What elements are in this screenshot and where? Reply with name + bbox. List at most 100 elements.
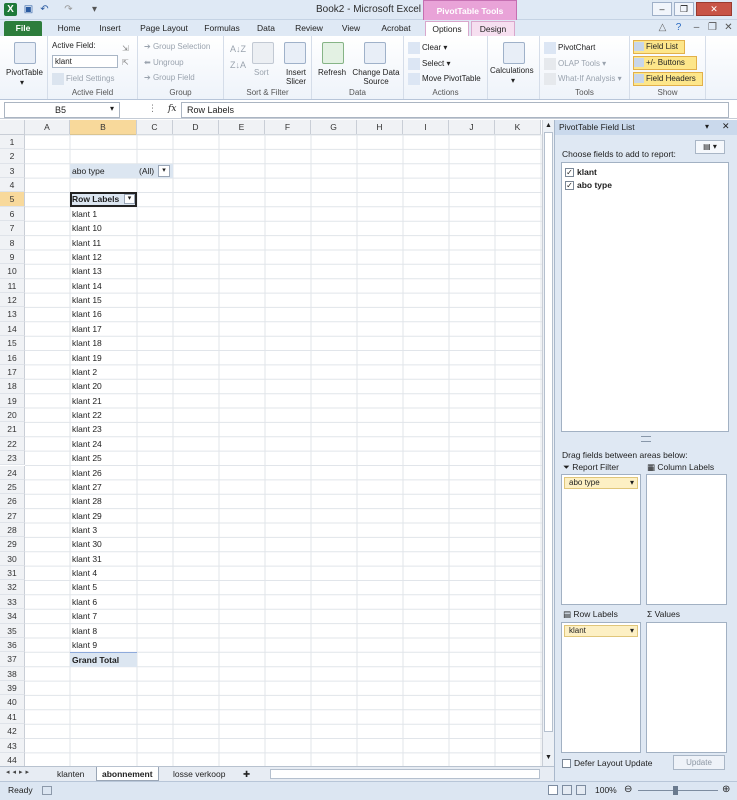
vertical-scrollbar[interactable]: ▲ ▼ bbox=[542, 120, 554, 766]
pivot-row-item[interactable]: klant 3 bbox=[70, 523, 137, 537]
pivot-row-item[interactable]: klant 28 bbox=[70, 494, 137, 508]
pivot-row-item[interactable]: klant 31 bbox=[70, 552, 137, 566]
tab-options[interactable]: Options bbox=[425, 21, 469, 36]
pivot-row-item[interactable]: klant 27 bbox=[70, 480, 137, 494]
row-labels-area[interactable]: klant ▾ bbox=[561, 622, 641, 753]
macro-record-icon[interactable] bbox=[42, 786, 52, 795]
pivot-row-item[interactable]: klant 10 bbox=[70, 221, 137, 235]
calculations-button[interactable]: Calculations bbox=[490, 66, 534, 75]
pivot-row-item[interactable]: klant 22 bbox=[70, 408, 137, 422]
pivot-row-item[interactable]: klant 15 bbox=[70, 293, 137, 307]
tab-formulas[interactable]: Formulas bbox=[199, 21, 245, 36]
splitter-handle[interactable] bbox=[641, 436, 651, 442]
name-box[interactable]: B5 bbox=[4, 102, 120, 118]
move-pivottable-button[interactable]: Move PivotTable bbox=[408, 73, 481, 85]
row-labels-dropdown-icon[interactable]: ▾ bbox=[124, 194, 135, 205]
field-abo-type[interactable]: ✓ abo type bbox=[565, 180, 612, 191]
checkbox-unchecked-icon[interactable] bbox=[562, 759, 571, 769]
dropdown-icon[interactable]: ▾ bbox=[20, 78, 24, 87]
close-button[interactable]: ✕ bbox=[696, 2, 732, 16]
pivot-row-item[interactable]: klant 12 bbox=[70, 250, 137, 264]
layout-options-button[interactable]: ▤ ▾ bbox=[695, 140, 725, 154]
zoom-in-icon[interactable]: ⊕ bbox=[722, 784, 730, 795]
pivotchart-button[interactable]: PivotChart bbox=[544, 42, 595, 54]
pivot-row-item[interactable]: klant 7 bbox=[70, 609, 137, 623]
zoom-level[interactable]: 100% bbox=[595, 785, 617, 795]
tab-data[interactable]: Data bbox=[252, 21, 280, 36]
scroll-up-icon[interactable]: ▲ bbox=[544, 122, 553, 130]
ungroup-button[interactable]: ⬅ Ungroup bbox=[144, 58, 184, 67]
pivot-row-item[interactable]: klant 4 bbox=[70, 566, 137, 580]
tab-view[interactable]: View bbox=[336, 21, 366, 36]
sheet-tab-abonnement[interactable]: abonnement bbox=[96, 767, 159, 781]
clear-button[interactable]: Clear ▾ bbox=[408, 42, 447, 54]
expand-field-icon[interactable]: ⇲ bbox=[122, 44, 129, 53]
pivot-row-item[interactable]: klant 16 bbox=[70, 307, 137, 321]
pivot-row-item[interactable]: klant 24 bbox=[70, 437, 137, 451]
pivot-row-item[interactable]: klant 6 bbox=[70, 595, 137, 609]
update-button[interactable]: Update bbox=[673, 755, 725, 770]
workbook-close-icon[interactable]: ✕ bbox=[722, 21, 735, 34]
normal-view-icon[interactable] bbox=[548, 785, 558, 795]
collapse-field-icon[interactable]: ⇱ bbox=[122, 58, 129, 67]
worksheet-grid[interactable]: ABCDEFGHIJK 1 2 3 4 5 6 7 8 9 10 11 12 13 14 15 16 17 18 1… bbox=[0, 120, 542, 766]
pane-close-icon[interactable]: ✕ bbox=[722, 121, 730, 132]
zoom-out-icon[interactable]: ⊖ bbox=[624, 784, 632, 795]
olap-tools-button[interactable]: OLAP Tools ▾ bbox=[544, 58, 606, 70]
tab-design[interactable]: Design bbox=[471, 21, 515, 36]
tab-review[interactable]: Review bbox=[290, 21, 328, 36]
pivot-row-item[interactable]: klant 11 bbox=[70, 236, 137, 250]
zoom-slider-thumb[interactable] bbox=[673, 786, 678, 795]
whatif-button[interactable]: What-If Analysis ▾ bbox=[544, 73, 622, 85]
change-data-source-button[interactable]: Change Data Source bbox=[350, 68, 402, 86]
zoom-slider[interactable] bbox=[638, 790, 718, 791]
dropdown-icon[interactable]: ▾ bbox=[630, 478, 634, 488]
pivot-row-item[interactable]: klant 18 bbox=[70, 336, 137, 350]
pivottable-button[interactable]: PivotTable bbox=[6, 68, 43, 77]
tab-home[interactable]: Home bbox=[52, 21, 86, 36]
select-button[interactable]: Select ▾ bbox=[408, 58, 450, 70]
filter-dropdown-icon[interactable]: ▾ bbox=[158, 164, 170, 177]
sheet-nav-icon[interactable]: ◂◂▸▸ bbox=[6, 768, 32, 776]
group-selection-button[interactable]: ➔ Group Selection bbox=[144, 42, 210, 51]
minimize-ribbon-icon[interactable]: △ bbox=[656, 21, 669, 34]
sort-button[interactable]: Sort bbox=[254, 68, 269, 77]
field-headers-button[interactable]: Field Headers bbox=[633, 72, 703, 86]
checkbox-checked-icon[interactable]: ✓ bbox=[565, 181, 574, 191]
report-filter-area[interactable]: abo type ▾ bbox=[561, 474, 641, 605]
page-layout-view-icon[interactable] bbox=[562, 785, 572, 795]
tab-file[interactable]: File bbox=[4, 21, 42, 36]
pivot-row-item[interactable]: klant 9 bbox=[70, 638, 137, 652]
calculations-dropdown-icon[interactable]: ▾ bbox=[511, 76, 515, 85]
refresh-button[interactable]: Refresh bbox=[318, 68, 346, 77]
pivot-row-item[interactable]: klant 21 bbox=[70, 394, 137, 408]
scroll-down-icon[interactable]: ▼ bbox=[544, 754, 553, 762]
pivot-row-item[interactable]: klant 29 bbox=[70, 509, 137, 523]
pivot-row-item[interactable]: klant 17 bbox=[70, 322, 137, 336]
help-icon[interactable]: ? bbox=[672, 21, 685, 34]
active-field-input[interactable]: klant bbox=[52, 55, 118, 68]
insert-function-icon[interactable]: fx bbox=[168, 104, 176, 114]
tab-insert[interactable]: Insert bbox=[92, 21, 128, 36]
pivot-grand-total[interactable]: Grand Total bbox=[70, 652, 137, 667]
dropdown-icon[interactable]: ▾ bbox=[630, 626, 634, 636]
sort-az-icon[interactable]: A↓Z bbox=[230, 44, 246, 54]
formula-input[interactable]: Row Labels bbox=[181, 102, 729, 118]
pivot-row-item[interactable]: klant 25 bbox=[70, 451, 137, 465]
pivot-row-item[interactable]: klant 19 bbox=[70, 351, 137, 365]
pivot-row-item[interactable]: klant 2 bbox=[70, 365, 137, 379]
page-break-view-icon[interactable] bbox=[576, 785, 586, 795]
pivot-row-item[interactable]: klant 23 bbox=[70, 422, 137, 436]
sheet-tab-losse-verkoop[interactable]: losse verkoop bbox=[168, 767, 230, 781]
group-field-button[interactable]: ➔ Group Field bbox=[144, 73, 195, 82]
sort-za-icon[interactable]: Z↓A bbox=[230, 60, 246, 70]
pivot-row-item[interactable]: klant 13 bbox=[70, 264, 137, 278]
pivot-row-item[interactable]: klant 26 bbox=[70, 466, 137, 480]
pivot-row-item[interactable]: klant 1 bbox=[70, 207, 137, 221]
tab-page-layout[interactable]: Page Layout bbox=[134, 21, 194, 36]
workbook-minimize-icon[interactable]: – bbox=[690, 21, 703, 34]
field-klant[interactable]: ✓ klant bbox=[565, 167, 597, 178]
row-item-klant[interactable]: klant ▾ bbox=[564, 625, 638, 637]
pivot-row-item[interactable]: klant 20 bbox=[70, 379, 137, 393]
sheet-tab-klanten[interactable]: klanten bbox=[52, 767, 89, 781]
